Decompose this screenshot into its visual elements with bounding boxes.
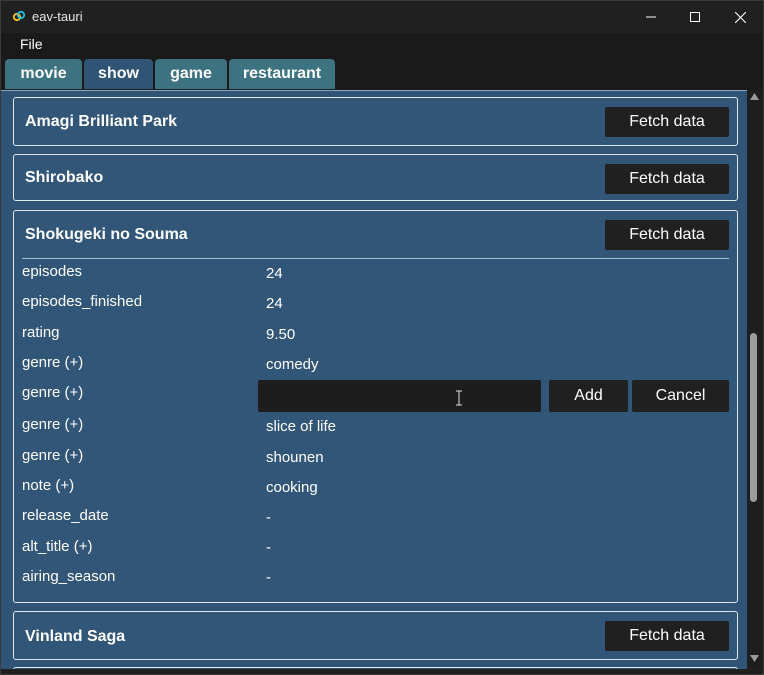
fetch-data-button[interactable]: Fetch data (605, 621, 729, 651)
show-card: Shirobako Fetch data (13, 154, 738, 201)
field-name: airing_season (22, 568, 116, 585)
field-name: episodes_finished (22, 293, 143, 310)
divider (22, 258, 729, 259)
field-value[interactable]: - (266, 569, 271, 586)
show-card-expanded: Shokugeki no Souma Fetch data episodes 2… (13, 210, 738, 603)
field-name: genre (+) (22, 447, 84, 464)
vertical-scrollbar[interactable] (747, 90, 763, 669)
field-name: genre (+) (22, 384, 84, 401)
tab-game[interactable]: game (155, 59, 227, 89)
fetch-data-button[interactable]: Fetch data (605, 164, 729, 194)
show-title: Shokugeki no Souma (25, 226, 188, 243)
scroll-up-arrow-icon[interactable] (750, 93, 759, 100)
field-value[interactable]: shounen (266, 449, 324, 466)
field-name: genre (+) (22, 416, 84, 433)
window-title: eav-tauri (32, 9, 83, 24)
tab-bar: movie show game restaurant (1, 55, 763, 91)
cancel-button[interactable]: Cancel (632, 380, 729, 412)
text-cursor-icon (456, 390, 462, 406)
field-name: note (+) (22, 477, 75, 494)
scroll-down-arrow-icon[interactable] (750, 655, 759, 662)
show-title: Vinland Saga (25, 628, 126, 645)
tab-show[interactable]: show (84, 59, 153, 89)
minimize-button[interactable] (628, 1, 674, 33)
title-bar[interactable]: eav-tauri (1, 1, 763, 33)
show-card: Vinland Saga Fetch data (13, 611, 738, 660)
field-value[interactable]: comedy (266, 356, 319, 373)
add-button[interactable]: Add (549, 380, 628, 412)
field-name: rating (22, 324, 60, 341)
show-card-partial (13, 667, 738, 669)
scroll-thumb[interactable] (750, 333, 757, 502)
field-name: alt_title (+) (22, 538, 93, 555)
field-value[interactable]: 9.50 (266, 326, 295, 343)
field-value[interactable]: slice of life (266, 418, 336, 435)
tab-movie[interactable]: movie (5, 59, 82, 89)
fetch-data-button[interactable]: Fetch data (605, 220, 729, 250)
close-icon (734, 11, 746, 23)
field-name: genre (+) (22, 354, 84, 371)
genre-input[interactable] (258, 380, 541, 412)
close-button[interactable] (717, 1, 763, 33)
field-value[interactable]: 24 (266, 265, 283, 282)
show-title: Amagi Brilliant Park (25, 113, 178, 130)
field-name: episodes (22, 263, 83, 280)
show-card: Amagi Brilliant Park Fetch data (13, 97, 738, 146)
menu-bar: File (1, 33, 763, 55)
maximize-button[interactable] (672, 1, 718, 33)
app-logo-icon (12, 10, 26, 22)
app-window: eav-tauri File movie show game restauran… (0, 0, 764, 675)
field-value[interactable]: cooking (266, 479, 318, 496)
field-value[interactable]: - (266, 539, 271, 556)
show-title: Shirobako (25, 169, 104, 186)
field-value[interactable]: 24 (266, 295, 283, 312)
maximize-icon (690, 12, 700, 22)
field-value[interactable]: - (266, 509, 271, 526)
tab-restaurant[interactable]: restaurant (229, 59, 335, 89)
field-name: release_date (22, 507, 109, 524)
menu-file[interactable]: File (20, 36, 43, 52)
minimize-icon (646, 16, 656, 18)
show-list: Amagi Brilliant Park Fetch data Shirobak… (1, 90, 747, 669)
fetch-data-button[interactable]: Fetch data (605, 107, 729, 137)
